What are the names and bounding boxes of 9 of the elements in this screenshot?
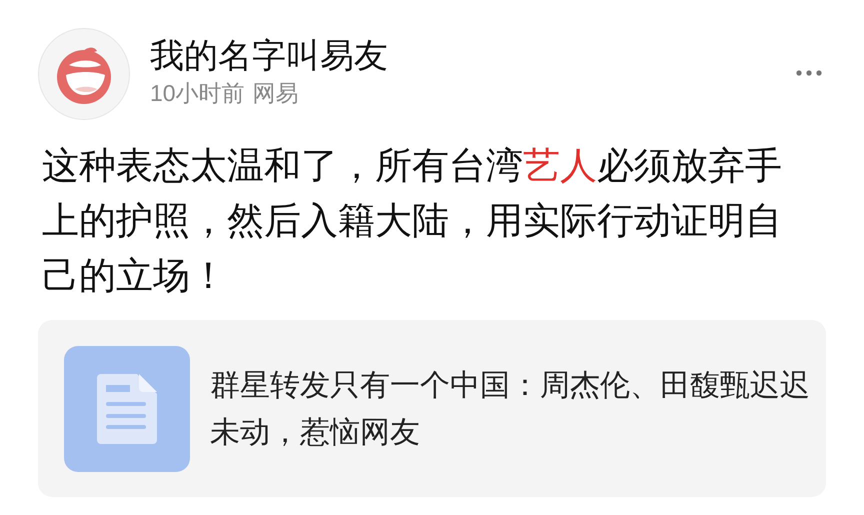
document-icon xyxy=(97,374,157,444)
post-text: 这种表态太温和了，所有台湾艺人必须放弃手上的护照，然后入籍大陆，用实际行动证明自己的立场！ xyxy=(42,144,783,298)
more-icon[interactable] xyxy=(796,70,822,76)
post-time: 10小时前 xyxy=(150,79,245,108)
topic-link[interactable]: 艺人 xyxy=(523,145,597,186)
author-name[interactable]: 我的名字叫易友 xyxy=(150,34,388,78)
link-card-title: 群星转发只有一个中国：周杰伦、田馥甄迟迟未动，惹恼网友 xyxy=(210,368,810,450)
link-card[interactable]: 群星转发只有一个中国：周杰伦、田馥甄迟迟未动，惹恼网友 xyxy=(38,320,826,497)
post-source: 网易 xyxy=(252,79,299,108)
